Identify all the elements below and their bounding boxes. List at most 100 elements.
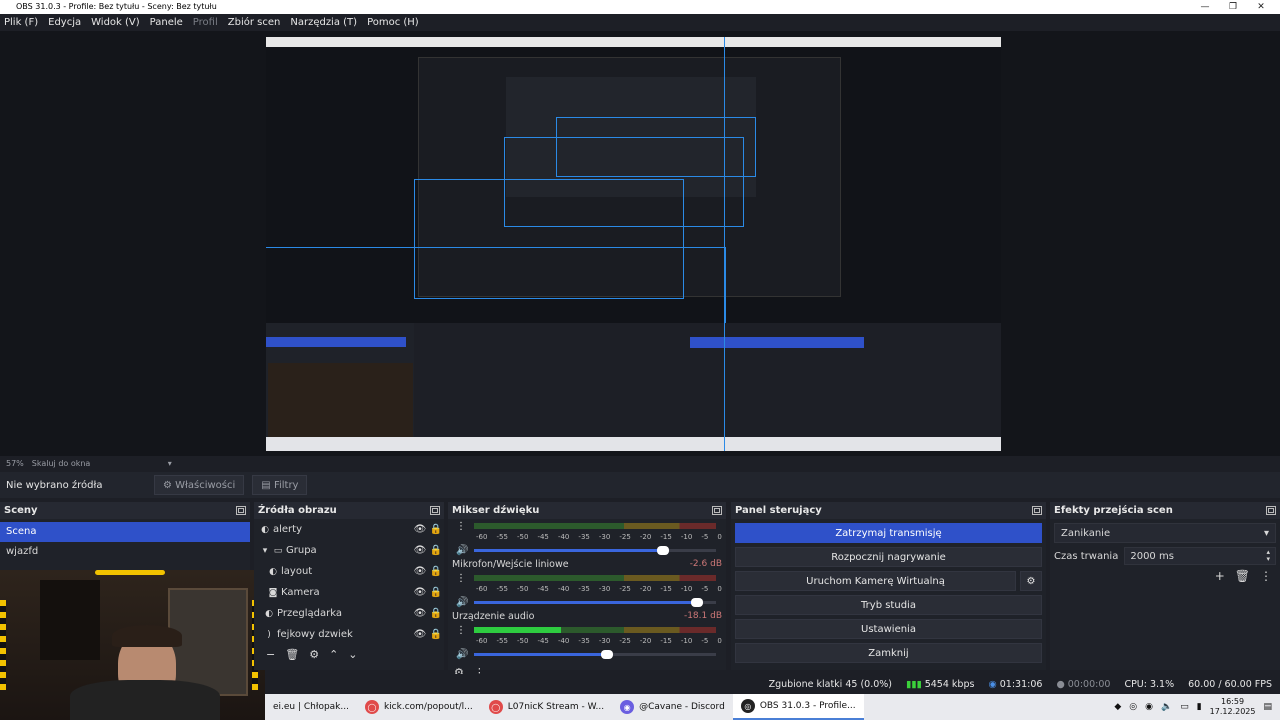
webcam-overlay — [0, 570, 265, 720]
preview-canvas[interactable] — [266, 37, 1001, 451]
source-row[interactable]: ◐ alerty 👁 🔒 — [254, 519, 444, 540]
menu-item[interactable]: Panele — [150, 17, 183, 28]
menu-item[interactable]: Edycja — [48, 17, 81, 28]
close-icon[interactable]: ✕ — [1246, 0, 1276, 14]
scale-tick: -10 — [680, 533, 693, 541]
more-options-icon[interactable]: ⋮ — [452, 625, 474, 636]
taskbar-item[interactable]: ei.eu | Chłopak... — [265, 694, 357, 720]
volume-knob[interactable] — [601, 649, 614, 659]
exit-button[interactable]: Zamknij — [735, 643, 1042, 663]
minimize-icon[interactable]: — — [1190, 0, 1220, 14]
notifications-icon[interactable]: ▤ — [1263, 702, 1272, 712]
menu-item[interactable]: Zbiór scen — [228, 17, 281, 28]
more-options-icon[interactable]: ⋮ — [452, 521, 474, 532]
tray-icon[interactable]: ◉ — [1145, 702, 1153, 712]
taskbar-item[interactable]: ◯ L07nicK Stream - W... — [481, 694, 612, 720]
sources-dock: Źródła obrazu ◐ alerty 👁 🔒 ▾ ▭ Grupa 👁 🔒 ◐ lay… — [254, 502, 444, 670]
undock-icon[interactable] — [236, 506, 246, 515]
scale-tick: -30 — [598, 637, 611, 645]
stop-streaming-button[interactable]: Zatrzymaj transmisję — [735, 523, 1042, 543]
lock-icon[interactable]: 🔒 — [428, 629, 444, 640]
obs-icon: ◎ — [740, 699, 755, 713]
scale-tick: -30 — [598, 585, 611, 593]
source-row[interactable]: ◐ Przeglądarka 👁 🔒 — [254, 603, 444, 624]
add-icon[interactable]: + — [1215, 569, 1225, 583]
record-icon: ● — [1056, 678, 1065, 690]
volume-slider[interactable] — [474, 649, 716, 659]
properties-button[interactable]: ⚙ Właściwości — [154, 475, 245, 495]
lock-icon[interactable]: 🔒 — [428, 566, 444, 577]
taskbar-item[interactable]: ◉ @Cavane - Discord — [612, 694, 733, 720]
clock[interactable]: 16:59 17.12.2025 — [1210, 697, 1256, 717]
start-virtual-camera-button[interactable]: Uruchom Kamerę Wirtualną — [735, 571, 1016, 591]
move-down-icon[interactable]: ⌄ — [348, 648, 357, 661]
transitions-header: Efekty przejścia scen — [1050, 502, 1280, 519]
taskbar-item[interactable]: ◯ kick.com/popout/l... — [357, 694, 481, 720]
lock-icon[interactable]: 🔒 — [428, 608, 444, 619]
lock-icon[interactable]: 🔒 — [428, 587, 444, 598]
menu-item[interactable]: Pomoc (H) — [367, 17, 419, 28]
eye-icon[interactable]: 👁 — [412, 524, 428, 535]
speaker-icon[interactable]: 🔊 — [452, 597, 474, 608]
eye-icon[interactable]: 👁 — [412, 629, 428, 640]
scene-item[interactable]: Scena — [0, 522, 250, 542]
menu-item[interactable]: Widok (V) — [91, 17, 140, 28]
source-row[interactable]: ◙ Kamera 👁 🔒 — [254, 582, 444, 603]
meter-scale: -60 -55 -50 -45 -40 -35 -30 -25 -20 -15 -10 -5 0 — [476, 637, 722, 647]
transition-select[interactable]: Zanikanie ▾ — [1054, 523, 1276, 543]
zoom-mode-select[interactable]: Skaluj do okna ▾ — [32, 459, 172, 468]
lock-icon[interactable]: 🔒 — [428, 524, 444, 535]
move-up-icon[interactable]: ⌃ — [329, 648, 338, 661]
source-row[interactable]: ) fejkowy dzwiek 👁 🔒 — [254, 624, 444, 645]
settings-button[interactable]: Ustawienia — [735, 619, 1042, 639]
menu-item[interactable]: Plik (F) — [4, 17, 38, 28]
start-recording-button[interactable]: Rozpocznij nagrywanie — [735, 547, 1042, 567]
volume-slider[interactable] — [474, 597, 716, 607]
filters-button[interactable]: ▤ Filtry — [252, 475, 308, 495]
undock-icon[interactable] — [712, 506, 722, 515]
duration-input[interactable]: 2000 ms ▴ ▾ — [1124, 547, 1276, 565]
source-row[interactable]: ▾ ▭ Grupa 👁 🔒 — [254, 540, 444, 561]
volume-knob[interactable] — [656, 545, 669, 555]
menu-item[interactable]: Profil — [193, 17, 218, 28]
undock-icon[interactable] — [1266, 506, 1276, 515]
eye-icon[interactable]: 👁 — [412, 545, 428, 556]
scene-item[interactable]: wjazfd — [0, 542, 250, 562]
lock-icon[interactable]: 🔒 — [428, 545, 444, 556]
sources-title: Źródła obrazu — [258, 505, 337, 516]
meter-row: ⋮ — [452, 623, 722, 637]
chevron-down-icon[interactable]: ▾ — [260, 546, 270, 556]
trash-icon[interactable]: 🗑 — [285, 648, 299, 661]
undock-icon[interactable] — [1032, 506, 1042, 515]
eye-icon[interactable]: 👁 — [412, 566, 428, 577]
spinner-icon[interactable]: ▴ ▾ — [1266, 549, 1270, 563]
more-options-icon[interactable]: ⋮ — [1260, 569, 1272, 583]
scale-tick: -35 — [578, 585, 590, 593]
menu-item[interactable]: Narzędzia (T) — [290, 17, 357, 28]
mic-icon[interactable]: ▮ — [1197, 702, 1202, 712]
network-icon[interactable]: ▭ — [1180, 702, 1189, 712]
doorway-shadow — [40, 580, 100, 660]
source-row[interactable]: ◐ layout 👁 🔒 — [254, 561, 444, 582]
eye-icon[interactable]: 👁 — [412, 608, 428, 619]
eye-icon[interactable]: 👁 — [412, 587, 428, 598]
zoom-percent: 57% — [6, 458, 24, 468]
volume-icon[interactable]: 🔈 — [1161, 702, 1172, 712]
taskbar-item-active[interactable]: ◎ OBS 31.0.3 - Profile... — [732, 694, 864, 720]
remove-icon[interactable]: − — [266, 648, 275, 661]
scale-tick: 0 — [717, 585, 722, 593]
studio-mode-button[interactable]: Tryb studia — [735, 595, 1042, 615]
speaker-icon[interactable]: 🔊 — [452, 649, 474, 660]
virtual-camera-settings-button[interactable]: ⚙ — [1020, 571, 1042, 591]
tray-icon[interactable]: ◎ — [1129, 702, 1137, 712]
gear-icon[interactable]: ⚙ — [309, 648, 319, 661]
tray-icon[interactable]: ◆ — [1114, 702, 1121, 712]
restore-icon[interactable]: ❐ — [1218, 0, 1248, 14]
mixer-channel: ⋮ -60 -55 -50 -45 -40 -35 -30 -25 -20 -15 -10 -5 0 🔊 — [448, 519, 726, 557]
volume-slider[interactable] — [474, 545, 716, 555]
volume-knob[interactable] — [690, 597, 703, 607]
trash-icon[interactable]: 🗑 — [1235, 569, 1250, 583]
more-options-icon[interactable]: ⋮ — [452, 573, 474, 584]
undock-icon[interactable] — [430, 506, 440, 515]
speaker-icon[interactable]: 🔊 — [452, 545, 474, 556]
